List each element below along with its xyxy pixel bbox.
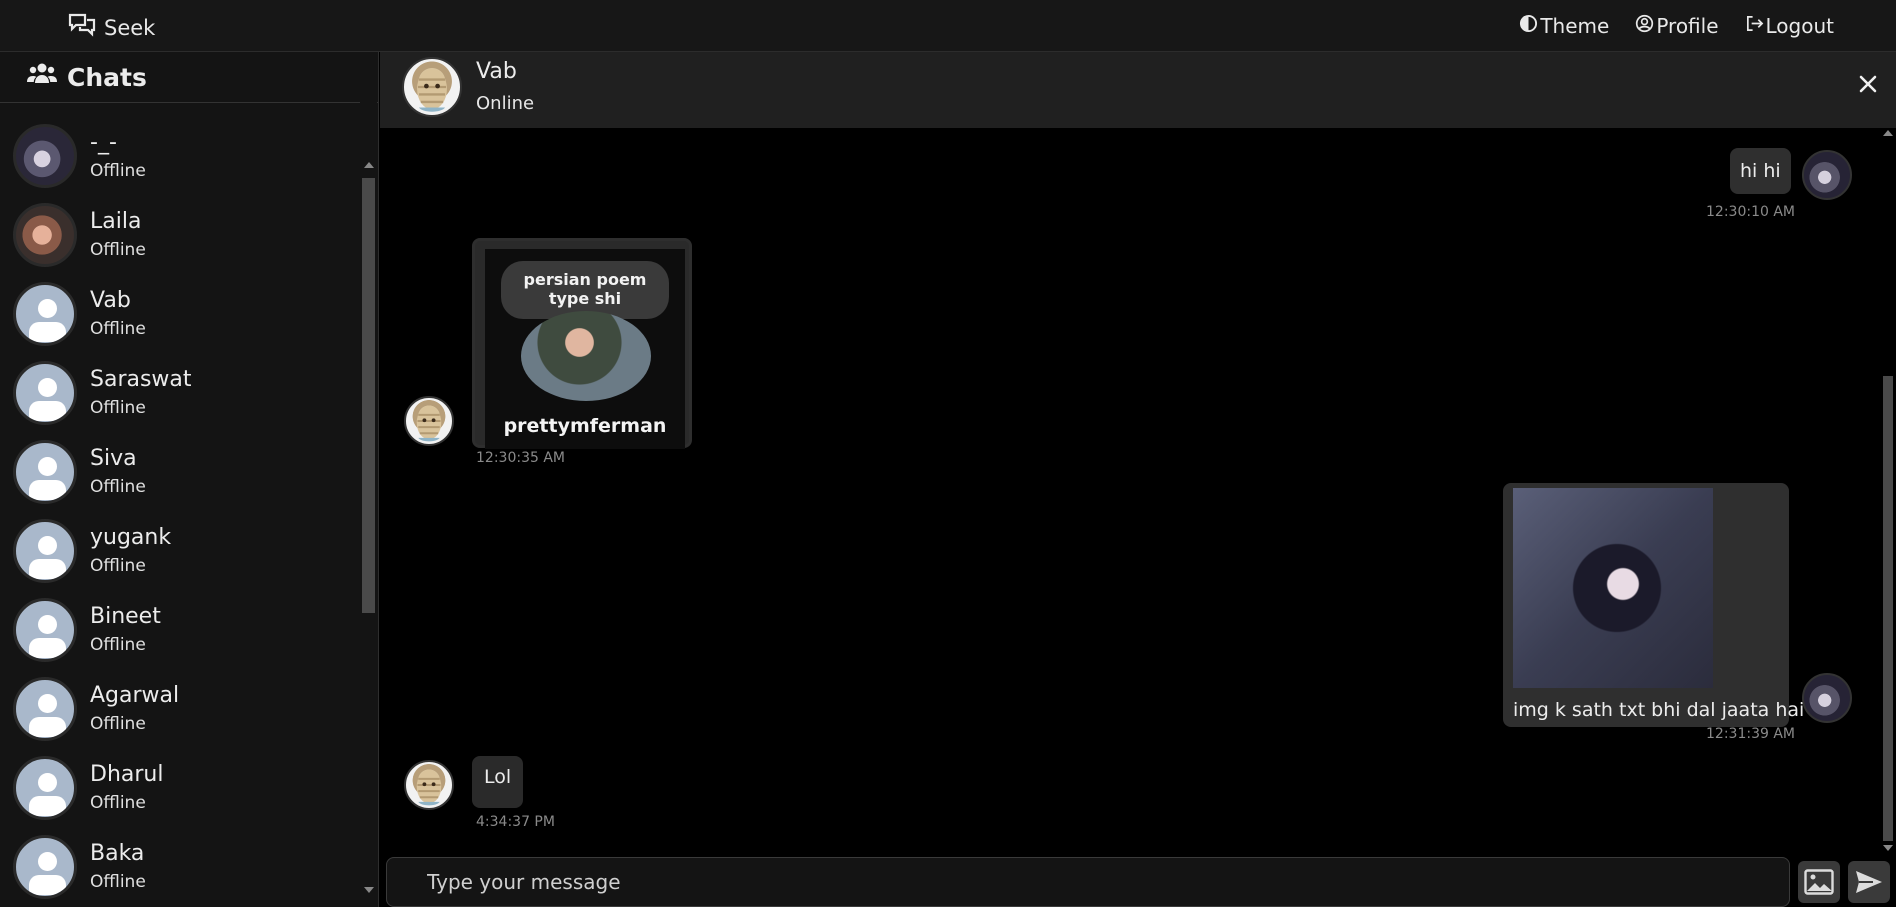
message-time: 4:34:37 PM <box>476 814 555 830</box>
contact-item[interactable]: Saraswat Offline <box>0 353 360 432</box>
avatar <box>13 202 77 267</box>
default-avatar-icon <box>13 281 77 346</box>
message-time: 12:29:55 AM <box>476 128 565 132</box>
contact-status: Offline <box>90 634 146 655</box>
sidebar-scrollbar[interactable] <box>360 102 377 907</box>
contact-status: Offline <box>90 160 146 181</box>
contact-status: Offline <box>90 871 146 892</box>
contact-item[interactable]: Dharul Offline <box>0 748 360 827</box>
scroll-down-arrow-icon[interactable] <box>1883 845 1893 851</box>
contact-item[interactable]: Laila Offline <box>0 195 360 274</box>
default-avatar-icon <box>13 360 77 425</box>
message-input[interactable] <box>386 857 1790 907</box>
peer-name: Vab <box>476 59 517 84</box>
send-button[interactable] <box>1848 861 1890 903</box>
contact-status: Offline <box>90 397 146 418</box>
contact-name: Saraswat <box>90 367 192 393</box>
brand[interactable]: Seek <box>68 12 155 43</box>
contact-name: Bineet <box>90 604 161 630</box>
contact-name: Siva <box>90 446 137 472</box>
contact-item[interactable]: yugank Offline <box>0 511 360 590</box>
message-text: img k sath txt bhi dal jaata hai <box>1513 699 1805 721</box>
top-navbar: Seek Theme Profile Logout <box>0 0 1896 52</box>
image-message-out[interactable]: img k sath txt bhi dal jaata hai <box>1503 483 1804 727</box>
contact-status: Offline <box>90 318 146 339</box>
scroll-up-arrow-icon[interactable] <box>1883 130 1893 136</box>
close-chat-button[interactable] <box>1856 72 1880 96</box>
my-avatar <box>1802 150 1852 200</box>
scroll-down-arrow-icon[interactable] <box>364 887 374 893</box>
contact-item[interactable]: Siva Offline <box>0 432 360 511</box>
theme-link[interactable]: Theme <box>1519 14 1609 38</box>
send-icon <box>1856 871 1882 893</box>
sidebar-header: Chats <box>0 52 378 103</box>
contact-name: Baka <box>90 841 145 867</box>
contact-name: -_- <box>90 130 117 156</box>
logout-label: Logout <box>1765 14 1834 38</box>
peer-avatar <box>404 760 454 810</box>
logout-link[interactable]: Logout <box>1745 14 1834 38</box>
contact-name: Dharul <box>90 762 164 788</box>
message-time: 12:30:35 AM <box>476 450 565 466</box>
chat-scrollbar[interactable] <box>1880 128 1896 853</box>
sidebar-title: Chats <box>67 62 147 92</box>
avatar <box>13 123 77 188</box>
meme-photo <box>521 311 651 401</box>
meme-caption: prettymferman <box>503 415 667 437</box>
users-group-icon <box>27 62 57 92</box>
half-circle-icon <box>1519 14 1538 38</box>
chat-bubbles-icon <box>68 12 96 43</box>
peer-avatar[interactable] <box>402 57 462 117</box>
brand-label: Seek <box>104 15 156 40</box>
contact-status: Offline <box>90 239 146 260</box>
message-composer <box>380 853 1896 907</box>
peer-avatar <box>404 396 454 446</box>
contact-name: Vab <box>90 288 131 314</box>
default-avatar-icon <box>13 676 77 741</box>
contact-status: Offline <box>90 555 146 576</box>
contact-name: Laila <box>90 209 142 235</box>
default-avatar-icon <box>13 518 77 583</box>
default-avatar-icon <box>13 834 77 899</box>
message-text: Lol <box>484 766 512 788</box>
default-avatar-icon <box>13 597 77 662</box>
contact-status: Offline <box>90 713 146 734</box>
scroll-up-arrow-icon[interactable] <box>364 162 374 168</box>
image-message-in[interactable]: persian poem type shi prettymferman <box>472 238 692 449</box>
profile-link[interactable]: Profile <box>1635 14 1719 38</box>
message-time: 12:30:10 AM <box>1706 204 1795 220</box>
scrollbar-thumb[interactable] <box>1883 376 1893 841</box>
contact-status: Offline <box>90 476 146 497</box>
message-text: hi hi <box>1740 160 1781 182</box>
message-bubble-in: Lol <box>472 756 524 808</box>
my-avatar <box>1802 673 1852 723</box>
chat-header: Vab Online <box>380 52 1896 128</box>
contact-name: Agarwal <box>90 683 180 709</box>
contact-item[interactable]: Baka Offline <box>0 827 360 906</box>
logout-arrow-icon <box>1745 14 1764 38</box>
contact-item[interactable]: Agarwal Offline <box>0 669 360 748</box>
contact-item[interactable]: -_- Offline <box>0 116 360 195</box>
default-avatar-icon <box>13 755 77 820</box>
attached-image[interactable] <box>1513 488 1713 688</box>
message-list: 12:29:55 AM hi hi 12:30:10 AM persian po… <box>380 128 1896 853</box>
default-avatar-icon <box>13 439 77 504</box>
meme-image[interactable]: persian poem type shi prettymferman <box>485 249 685 449</box>
contact-status: Offline <box>90 792 146 813</box>
image-icon <box>1804 869 1834 895</box>
attach-image-button[interactable] <box>1798 861 1840 903</box>
message-time: 12:31:39 AM <box>1706 726 1795 742</box>
profile-label: Profile <box>1656 14 1719 38</box>
scrollbar-thumb[interactable] <box>362 178 375 613</box>
contact-name: yugank <box>90 525 172 551</box>
contact-item[interactable]: Vab Offline <box>0 274 360 353</box>
contact-list: -_- Offline Laila Offline Vab Offline Saras… <box>0 116 360 907</box>
close-icon <box>1859 75 1877 93</box>
message-bubble-out: hi hi <box>1730 148 1791 194</box>
peer-status: Online <box>476 93 535 114</box>
theme-label: Theme <box>1540 14 1610 38</box>
chats-sidebar: Chats -_- Offline Laila Offline Vab Offline… <box>0 52 379 907</box>
user-circle-icon <box>1635 14 1654 38</box>
contact-item[interactable]: Bineet Offline <box>0 590 360 669</box>
